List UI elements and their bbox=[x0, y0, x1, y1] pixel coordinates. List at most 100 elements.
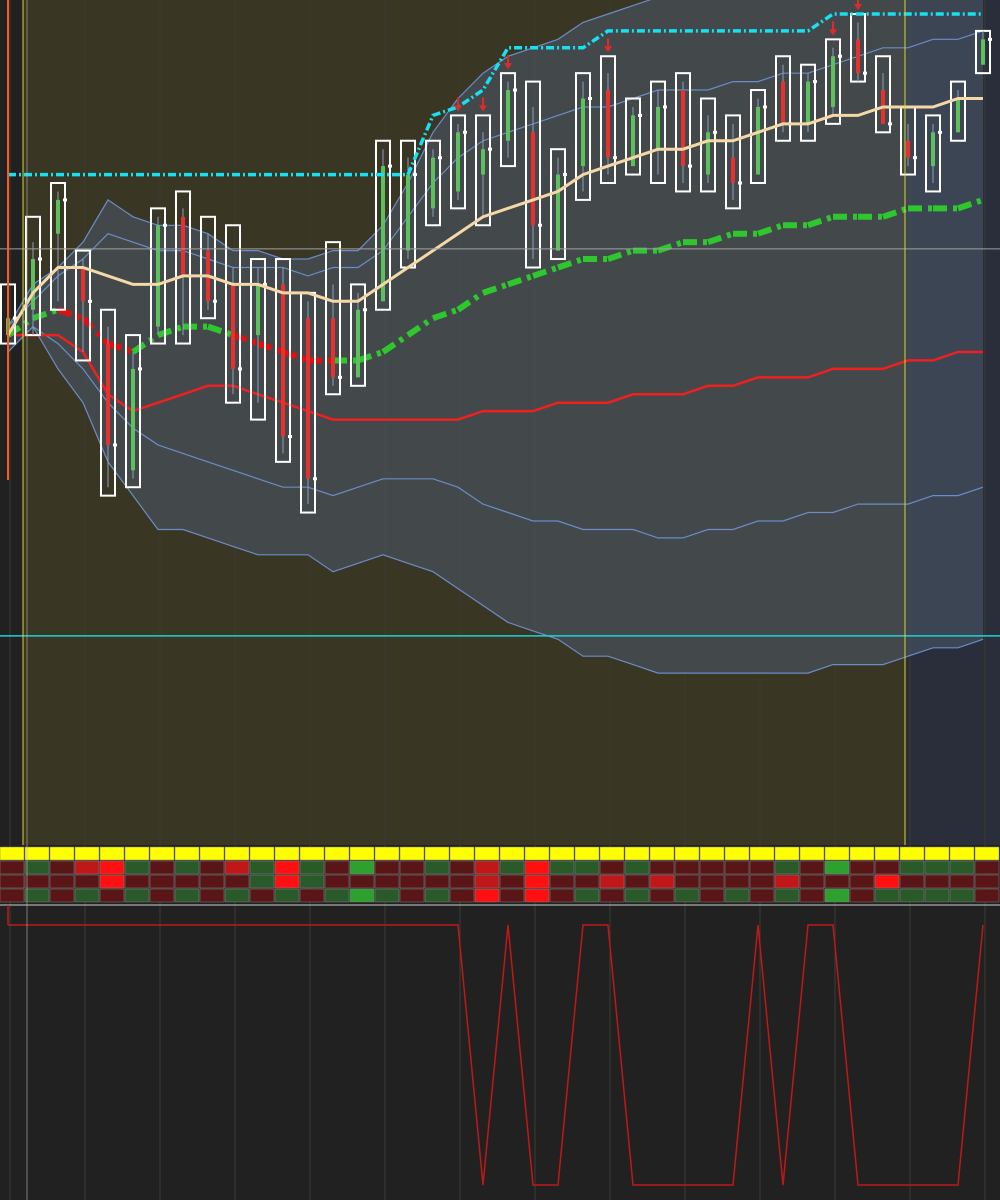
heatmap-cell bbox=[949, 874, 975, 889]
heatmap-cell bbox=[624, 846, 650, 861]
heatmap-cell bbox=[724, 888, 750, 903]
heatmap-cell bbox=[699, 846, 725, 861]
heatmap-cell bbox=[949, 888, 975, 903]
heatmap-cell bbox=[774, 860, 800, 875]
candle-body-up bbox=[256, 284, 260, 336]
heatmap-cell bbox=[549, 888, 575, 903]
close-tick bbox=[663, 105, 667, 109]
heatmap-cell bbox=[499, 860, 525, 875]
candle-body-up bbox=[581, 98, 585, 167]
heatmap-cell bbox=[149, 888, 175, 903]
heatmap-cell bbox=[374, 846, 400, 861]
heatmap-cell bbox=[174, 888, 200, 903]
heatmap-cell bbox=[374, 888, 400, 903]
heatmap-cell bbox=[349, 860, 375, 875]
heatmap-cell bbox=[99, 888, 125, 903]
candle-body-down bbox=[81, 267, 85, 302]
heatmap-cell bbox=[124, 874, 150, 889]
candle-body-down bbox=[856, 39, 860, 74]
close-tick bbox=[363, 308, 367, 312]
heatmap-cell bbox=[0, 846, 25, 861]
heatmap-cell bbox=[349, 888, 375, 903]
heatmap-cell bbox=[399, 846, 425, 861]
heatmap-cell bbox=[224, 874, 250, 889]
heatmap-cell bbox=[724, 846, 750, 861]
heatmap-cell bbox=[399, 888, 425, 903]
heatmap-cell bbox=[924, 846, 950, 861]
heatmap-cell bbox=[899, 888, 925, 903]
heatmap-cell bbox=[649, 860, 675, 875]
candle-body-up bbox=[406, 174, 410, 251]
candle-body-up bbox=[431, 157, 435, 209]
candle-body-up bbox=[456, 132, 460, 192]
trading-chart[interactable] bbox=[0, 0, 1000, 1200]
heatmap-cell bbox=[249, 874, 275, 889]
candle-body-up bbox=[656, 106, 660, 150]
heatmap-cell bbox=[274, 874, 300, 889]
close-tick bbox=[513, 88, 517, 92]
heatmap-cell bbox=[474, 888, 500, 903]
heatmap-cell bbox=[474, 860, 500, 875]
close-tick bbox=[38, 257, 42, 261]
heatmap-cell bbox=[574, 888, 600, 903]
heatmap-cell bbox=[449, 874, 475, 889]
candle-body-up bbox=[156, 225, 160, 327]
heatmap-cell bbox=[99, 846, 125, 861]
heatmap-cell bbox=[324, 860, 350, 875]
heatmap-cell bbox=[299, 860, 325, 875]
heatmap-cell bbox=[224, 888, 250, 903]
close-tick bbox=[713, 130, 717, 134]
close-tick bbox=[838, 54, 842, 58]
close-tick bbox=[638, 113, 642, 117]
heatmap-cell bbox=[624, 874, 650, 889]
candle-body-up bbox=[806, 81, 810, 124]
candle-body-up bbox=[706, 132, 710, 175]
heatmap-cell bbox=[724, 874, 750, 889]
close-tick bbox=[888, 122, 892, 126]
close-tick bbox=[863, 71, 867, 75]
candle-body-down bbox=[731, 157, 735, 183]
candle-body-up bbox=[756, 106, 760, 175]
heatmap-cell bbox=[249, 888, 275, 903]
heatmap-cell bbox=[74, 874, 100, 889]
heatmap-cell bbox=[949, 846, 975, 861]
heatmap-cell bbox=[774, 888, 800, 903]
heatmap-cell bbox=[549, 860, 575, 875]
close-tick bbox=[613, 156, 617, 160]
heatmap-cell bbox=[974, 888, 1000, 903]
candle-body-up bbox=[556, 174, 560, 251]
heatmap-cell bbox=[674, 888, 700, 903]
candle-body-up bbox=[956, 98, 960, 133]
heatmap-cell bbox=[424, 888, 450, 903]
candle-body-up bbox=[831, 56, 835, 107]
heatmap-cell bbox=[299, 874, 325, 889]
heatmap-cell bbox=[849, 860, 875, 875]
candle-body-up bbox=[31, 259, 35, 310]
heatmap-cell bbox=[124, 888, 150, 903]
heatmap-cell bbox=[799, 888, 825, 903]
heatmap-cell bbox=[99, 874, 125, 889]
heatmap-cell bbox=[449, 846, 475, 861]
heatmap-cell bbox=[0, 874, 25, 889]
heatmap-cell bbox=[424, 846, 450, 861]
heatmap-cell bbox=[0, 860, 25, 875]
heatmap-cell bbox=[874, 888, 900, 903]
heatmap-cell bbox=[899, 874, 925, 889]
close-tick bbox=[313, 477, 317, 481]
candle-body-up bbox=[931, 132, 935, 167]
heatmap-cell bbox=[449, 860, 475, 875]
heatmap-cell bbox=[399, 860, 425, 875]
heatmap-cell bbox=[724, 860, 750, 875]
heatmap-cell bbox=[499, 874, 525, 889]
heatmap-cell bbox=[799, 874, 825, 889]
heatmap-cell bbox=[874, 874, 900, 889]
close-tick bbox=[213, 299, 217, 303]
heatmap-cell bbox=[749, 860, 775, 875]
heatmap-cell bbox=[574, 874, 600, 889]
heatmap-cell bbox=[924, 860, 950, 875]
heatmap-cell bbox=[199, 874, 225, 889]
heatmap-cell bbox=[599, 846, 625, 861]
heatmap-cell bbox=[699, 874, 725, 889]
heatmap-cell bbox=[499, 888, 525, 903]
heatmap-cell bbox=[299, 846, 325, 861]
